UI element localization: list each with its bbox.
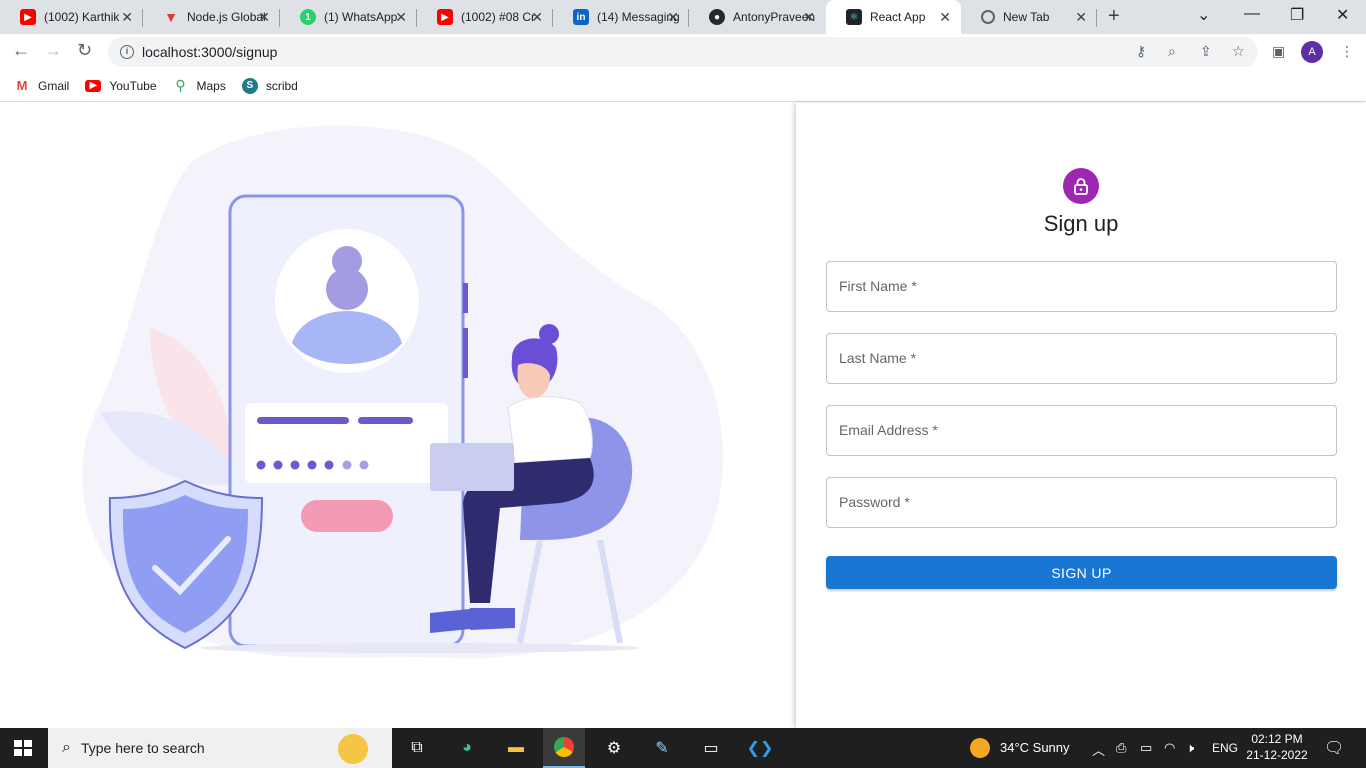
taskbar-search[interactable]: ⌕ Type here to search (48, 728, 392, 768)
taskbar-search-placeholder: Type here to search (80, 740, 205, 756)
address-bar[interactable]: i localhost:3000/signup (108, 37, 1258, 67)
tab-youtube-08[interactable]: ▶ (1002) #08 Cr ✕ (417, 0, 553, 34)
clock-date: 21-12-2022 (1246, 748, 1308, 762)
search-icon: ⌕ (62, 739, 71, 756)
maps-icon: ⚲ (175, 77, 186, 93)
restore-button[interactable]: ❐ (1290, 5, 1304, 25)
password-input[interactable] (827, 478, 1336, 527)
illustration-panel (0, 103, 796, 728)
vercel-icon: ▼ (164, 9, 178, 25)
linkedin-icon: in (573, 9, 589, 25)
new-tab-button[interactable]: + (1108, 5, 1120, 28)
bookmark-maps[interactable]: ⚲ Maps (173, 77, 225, 94)
bookmark-youtube[interactable]: ▶ YouTube (85, 79, 157, 93)
url-text: localhost:3000/signup (142, 44, 278, 60)
youtube-icon: ▶ (20, 9, 36, 25)
close-tab-icon[interactable]: ✕ (667, 9, 679, 26)
settings-gear-icon[interactable]: ⚙ (601, 736, 627, 760)
weather-sun-icon (970, 738, 990, 758)
close-tab-icon[interactable]: ✕ (395, 9, 407, 26)
close-tab-icon[interactable]: ✕ (121, 9, 133, 26)
share-icon[interactable]: ⇪ (1200, 43, 1212, 60)
network-adapter-icon[interactable]: ⎙ (1116, 740, 1126, 756)
tab-react-app[interactable]: ⚛ React App ✕ (826, 0, 961, 34)
tab-new-tab[interactable]: New Tab ✕ (961, 0, 1097, 34)
forward-button[interactable]: → (44, 40, 62, 61)
gmail-icon: M (16, 78, 28, 93)
battery-icon[interactable]: ▭ (1140, 740, 1152, 756)
lock-avatar (1063, 168, 1099, 204)
bookmark-scribd[interactable]: S scribd (241, 77, 298, 94)
terminal-icon[interactable]: ▭ (698, 736, 724, 760)
close-tab-icon[interactable]: ✕ (1075, 9, 1087, 26)
tab-linkedin-messaging[interactable]: in (14) Messaging ✕ (553, 0, 689, 34)
reload-button[interactable]: ↻ (77, 40, 92, 61)
last-name-input[interactable] (827, 334, 1336, 383)
chrome-taskbar-icon[interactable] (543, 728, 585, 768)
bookmarks-bar: M Gmail ▶ YouTube ⚲ Maps S scribd (0, 70, 1366, 102)
clock-time: 02:12 PM (1251, 732, 1303, 746)
minimize-button[interactable]: — (1244, 5, 1260, 23)
last-name-field[interactable]: Last Name * (826, 333, 1337, 384)
profile-avatar[interactable]: A (1301, 41, 1323, 63)
wifi-icon[interactable]: ◠ (1164, 740, 1175, 756)
tab-youtube-karthik[interactable]: ▶ (1002) Karthik ✕ (0, 0, 143, 34)
side-panel-icon[interactable]: ▣ (1272, 43, 1285, 60)
search-highlight-icon (338, 734, 368, 764)
tab-github[interactable]: ● AntonyPraveen ✕ (689, 0, 825, 34)
back-button[interactable]: ← (12, 40, 30, 61)
email-input[interactable] (827, 406, 1336, 455)
key-icon[interactable]: ⚷ (1136, 43, 1146, 60)
close-tab-icon[interactable]: ✕ (258, 9, 270, 26)
windows-taskbar: ⌕ Type here to search ⧉ ◕ ▬ ⚙ ✎ ▭ ❮❯ 34°… (0, 728, 1366, 768)
close-window-button[interactable]: ✕ (1336, 5, 1349, 25)
file-explorer-icon[interactable]: ▬ (503, 736, 529, 760)
close-tab-icon[interactable]: ✕ (939, 9, 951, 26)
scribd-icon: S (241, 77, 258, 94)
site-info-icon[interactable]: i (120, 45, 134, 59)
tab-search-chevron-icon[interactable]: ⌄ (1197, 5, 1210, 25)
zoom-icon[interactable]: ⌕ (1168, 43, 1176, 60)
signup-page: Sign up First Name * Last Name * Email A… (0, 103, 1366, 728)
bookmark-gmail[interactable]: M Gmail (14, 78, 70, 94)
windows-start-button[interactable] (14, 740, 32, 756)
menu-icon[interactable]: ⋮ (1340, 43, 1354, 60)
youtube-icon: ▶ (437, 9, 453, 25)
language-indicator[interactable]: ENG (1212, 741, 1238, 755)
first-name-field[interactable]: First Name * (826, 261, 1337, 312)
task-view-icon[interactable]: ⧉ (404, 736, 430, 760)
tray-chevron-icon[interactable]: ︿ (1092, 740, 1105, 759)
system-clock[interactable]: 02:12 PM 21-12-2022 (1246, 731, 1308, 763)
notepad-icon[interactable]: ✎ (649, 736, 675, 760)
sign-up-button[interactable]: SIGN UP (826, 556, 1337, 589)
chrome-icon (981, 10, 995, 24)
email-field[interactable]: Email Address * (826, 405, 1337, 456)
lock-icon (1074, 178, 1088, 195)
signup-form-panel: Sign up First Name * Last Name * Email A… (796, 103, 1366, 728)
tab-strip: ▶ (1002) Karthik ✕ ▼ Node.js Global ✕ 1 … (0, 0, 1366, 34)
vscode-icon[interactable]: ❮❯ (747, 736, 774, 760)
whatsapp-icon: 1 (300, 9, 316, 25)
react-icon: ⚛ (846, 9, 862, 25)
bookmark-star-icon[interactable]: ☆ (1232, 43, 1245, 60)
weather-text[interactable]: 34°C Sunny (1000, 740, 1070, 755)
close-tab-icon[interactable]: ✕ (803, 9, 815, 26)
youtube-icon: ▶ (85, 79, 102, 92)
notification-icon[interactable]: 🗨 (1324, 738, 1344, 758)
browser-toolbar: ← → ↻ i localhost:3000/signup ⚷ ⌕ ⇪ ☆ ▣ … (0, 34, 1366, 70)
tab-nodejs-global[interactable]: ▼ Node.js Global ✕ (143, 0, 280, 34)
tab-whatsapp[interactable]: 1 (1) WhatsApp ✕ (280, 0, 417, 34)
signup-illustration (82, 125, 723, 659)
edge-icon[interactable]: ◕ (454, 736, 480, 760)
first-name-input[interactable] (827, 262, 1336, 311)
page-title: Sign up (1043, 211, 1119, 236)
close-tab-icon[interactable]: ✕ (531, 9, 543, 26)
github-icon: ● (709, 9, 725, 25)
password-field[interactable]: Password * (826, 477, 1337, 528)
volume-muted-icon[interactable]: 🕨 (1186, 740, 1194, 756)
